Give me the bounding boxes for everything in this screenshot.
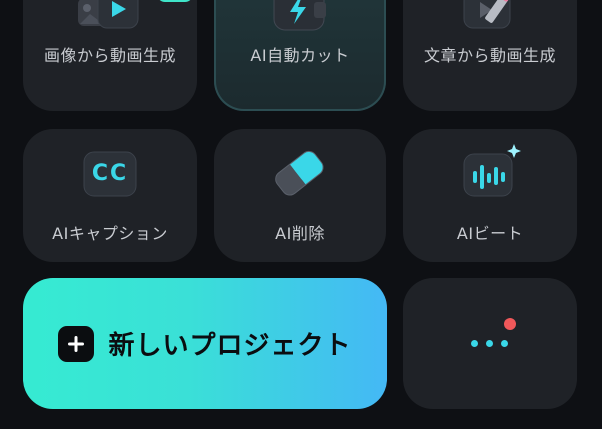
plus-icon xyxy=(58,325,95,362)
ai-remove-tile[interactable]: AI削除 xyxy=(214,129,386,262)
text-to-video-label: 文章から動画生成 xyxy=(423,46,556,65)
new-project-label: 新しいプロジェクト xyxy=(108,331,352,361)
ai-caption-label: AIキャプション xyxy=(52,224,168,243)
ai-beat-tile[interactable]: AIビート xyxy=(403,129,577,262)
ai-auto-cut-label: AI自動カット xyxy=(250,46,350,65)
lightning-card-icon xyxy=(270,0,330,42)
ai-beat-label: AIビート xyxy=(456,224,524,243)
image-to-video-label: 画像から動画生成 xyxy=(43,46,176,65)
image-to-video-icon xyxy=(74,0,146,42)
text-to-video-pen-icon xyxy=(454,0,526,42)
image-to-video-tile[interactable]: 画像から動画生成 xyxy=(23,0,197,111)
more-button[interactable] xyxy=(403,278,577,409)
ai-auto-cut-tile[interactable]: AI自動カット xyxy=(214,0,386,111)
cc-caption-text: CC xyxy=(91,161,129,186)
notification-dot xyxy=(504,318,516,330)
more-dots-icon xyxy=(471,340,508,347)
text-to-video-tile[interactable]: 文章から動画生成 xyxy=(403,0,577,111)
beat-waveform-icon xyxy=(454,144,526,206)
ai-caption-tile[interactable]: CC AIキャプション xyxy=(23,129,197,262)
eraser-icon xyxy=(268,144,332,208)
new-project-button[interactable]: 新しいプロジェクト xyxy=(23,278,387,409)
ai-remove-label: AI削除 xyxy=(275,224,325,243)
